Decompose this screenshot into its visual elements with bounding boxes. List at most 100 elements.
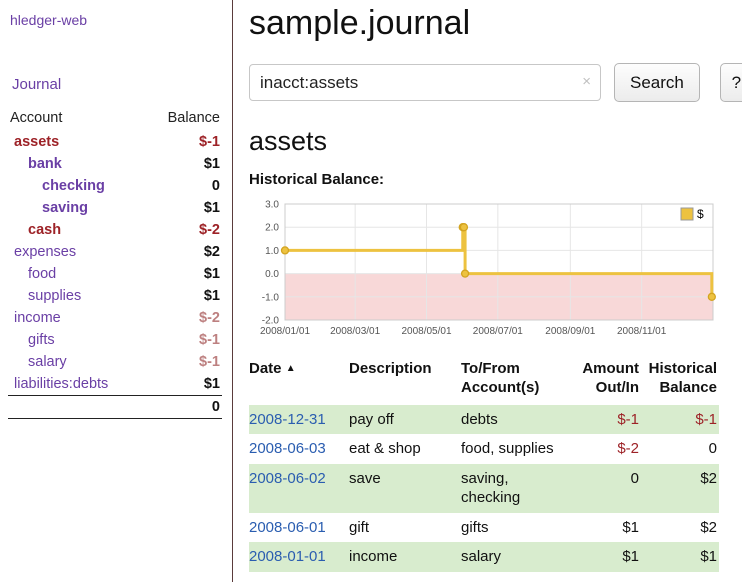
sidebar: hledger-web Journal Account Balance asse… [0, 0, 233, 582]
txn-accounts: debts [461, 405, 565, 435]
accounts-header-account: Account [8, 107, 157, 131]
txn-date-link[interactable]: 2008-12-31 [249, 411, 326, 428]
account-balance: $-1 [157, 329, 222, 351]
account-balance: 0 [157, 175, 222, 197]
svg-text:-2.0: -2.0 [262, 316, 280, 327]
search-input[interactable] [249, 64, 601, 101]
header-amount: Amount Out/In [565, 357, 641, 405]
svg-text:2008/01/01: 2008/01/01 [260, 326, 310, 337]
accounts-header-balance: Balance [157, 107, 222, 131]
svg-text:2008/05/01: 2008/05/01 [401, 326, 451, 337]
txn-date-link[interactable]: 2008-06-02 [249, 470, 326, 487]
account-link-income[interactable]: income [14, 310, 61, 326]
chart-title: Historical Balance: [249, 171, 742, 188]
account-link-food[interactable]: food [28, 266, 56, 282]
txn-description: eat & shop [349, 434, 461, 464]
txn-date-link[interactable]: 2008-06-03 [249, 440, 326, 457]
clear-search-icon[interactable]: × [582, 73, 591, 90]
register-table: Date ▲ Description To/From Account(s) Am… [249, 357, 719, 572]
header-accounts: To/From Account(s) [461, 357, 565, 405]
account-balance: $-2 [157, 307, 222, 329]
svg-text:$: $ [697, 207, 704, 221]
svg-text:-1.0: -1.0 [262, 292, 280, 303]
txn-accounts: food, supplies [461, 434, 565, 464]
app-title-link[interactable]: hledger-web [10, 12, 222, 28]
journal-nav-link[interactable]: Journal [12, 76, 222, 93]
sort-asc-icon: ▲ [286, 363, 296, 374]
svg-text:3.0: 3.0 [265, 200, 279, 211]
txn-date-link[interactable]: 2008-06-01 [249, 519, 326, 536]
txn-amount: $-2 [565, 434, 641, 464]
account-link-checking[interactable]: checking [42, 178, 105, 194]
account-balance: $-1 [157, 351, 222, 373]
svg-text:2.0: 2.0 [265, 223, 279, 234]
txn-balance: 0 [641, 434, 719, 464]
search-button[interactable]: Search [614, 63, 700, 102]
txn-description: gift [349, 513, 461, 543]
account-link-assets[interactable]: assets [14, 134, 59, 150]
txn-accounts: saving, checking [461, 464, 565, 513]
svg-text:2008/07/01: 2008/07/01 [473, 326, 523, 337]
account-row: checking 0 [8, 175, 222, 197]
header-date[interactable]: Date ▲ [249, 357, 349, 405]
account-row: food $1 [8, 263, 222, 285]
search-bar: × Search ? [249, 63, 742, 102]
account-link-cash[interactable]: cash [28, 222, 61, 238]
txn-date-link[interactable]: 2008-01-01 [249, 548, 326, 565]
account-balance: $-2 [157, 219, 222, 241]
header-balance: Historical Balance [641, 357, 719, 405]
svg-text:2008/09/01: 2008/09/01 [545, 326, 595, 337]
account-balance: $-1 [157, 131, 222, 153]
accounts-table: Account Balance assets $-1 bank $1 check… [8, 107, 222, 419]
account-link-expenses[interactable]: expenses [14, 244, 76, 260]
txn-balance: $-1 [641, 405, 719, 435]
txn-amount: $1 [565, 513, 641, 543]
account-link-supplies[interactable]: supplies [28, 288, 81, 304]
txn-accounts: gifts [461, 513, 565, 543]
txn-accounts: salary [461, 542, 565, 572]
help-button[interactable]: ? [720, 63, 742, 102]
account-link-saving[interactable]: saving [42, 200, 88, 216]
accounts-total: 0 [157, 396, 222, 419]
account-balance: $1 [157, 153, 222, 175]
txn-balance: $1 [641, 542, 719, 572]
account-row: expenses $2 [8, 241, 222, 263]
search-box: × [249, 64, 601, 101]
account-row: cash $-2 [8, 219, 222, 241]
account-row: liabilities:debts $1 [8, 373, 222, 396]
account-row: supplies $1 [8, 285, 222, 307]
txn-amount: $-1 [565, 405, 641, 435]
register-row: 2008-06-02 save saving, checking 0 $2 [249, 464, 719, 513]
main-content: sample.journal × Search ? assets Histori… [233, 0, 742, 582]
chart-svg: 3.0 2.0 1.0 0.0 -1.0 -2.02008/01/01 2008/03/01… [249, 198, 719, 343]
account-row: gifts $-1 [8, 329, 222, 351]
account-row: bank $1 [8, 153, 222, 175]
account-row: salary $-1 [8, 351, 222, 373]
account-row: assets $-1 [8, 131, 222, 153]
txn-description: income [349, 542, 461, 572]
register-row: 2008-01-01 income salary $1 $1 [249, 542, 719, 572]
historical-balance-chart: 3.0 2.0 1.0 0.0 -1.0 -2.02008/01/01 2008/03/01… [249, 198, 719, 343]
txn-balance: $2 [641, 464, 719, 513]
account-balance: $1 [157, 285, 222, 307]
svg-text:2008/03/01: 2008/03/01 [330, 326, 380, 337]
account-link-bank[interactable]: bank [28, 156, 62, 172]
svg-text:0.0: 0.0 [265, 269, 279, 280]
register-header-row: Date ▲ Description To/From Account(s) Am… [249, 357, 719, 405]
account-balance: $2 [157, 241, 222, 263]
register-row: 2008-06-01 gift gifts $1 $2 [249, 513, 719, 543]
accounts-header-row: Account Balance [8, 107, 222, 131]
account-link-salary[interactable]: salary [28, 354, 67, 370]
account-link-liabilities-debts[interactable]: liabilities:debts [14, 376, 108, 392]
txn-amount: $1 [565, 542, 641, 572]
account-heading: assets [249, 126, 742, 157]
txn-description: pay off [349, 405, 461, 435]
header-date-label: Date [249, 360, 282, 377]
txn-description: save [349, 464, 461, 513]
account-balance: $1 [157, 197, 222, 219]
account-link-gifts[interactable]: gifts [28, 332, 55, 348]
register-row: 2008-12-31 pay off debts $-1 $-1 [249, 405, 719, 435]
svg-text:1.0: 1.0 [265, 246, 279, 257]
page-title: sample.journal [249, 4, 742, 43]
hledger-web-app: hledger-web Journal Account Balance asse… [0, 0, 742, 582]
